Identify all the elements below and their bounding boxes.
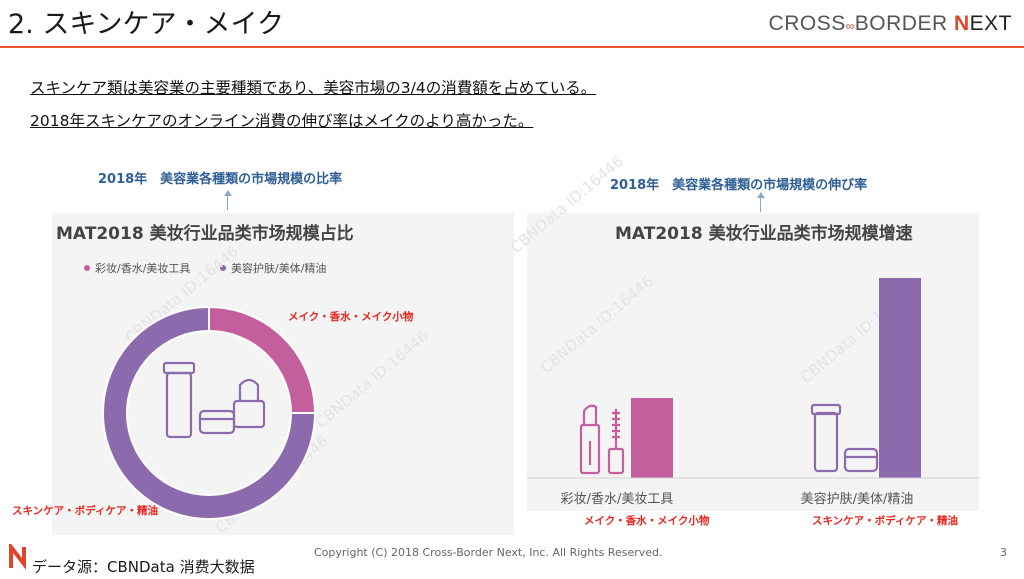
summary-line-1: スキンケア類は美容業の主要種類であり、美容市場の3/4の消費額を占めている。 [30, 79, 597, 97]
pie-panel: MAT2018 美妆行业品类市场规模占比 彩妆/香水/美妆工具 美容护肤/美体/… [52, 213, 514, 537]
page-number: 3 [1000, 546, 1007, 559]
brand-ext: EXT [969, 12, 1012, 35]
bar-chart [527, 278, 979, 479]
copyright: Copyright (C) 2018 Cross-Border Next, In… [314, 546, 663, 559]
bar-annotation-makeup: メイク・香水・メイク小物 [584, 515, 710, 527]
data-source: データ源：CBNData 消费大数据 [32, 558, 255, 576]
pie-chart [102, 305, 317, 520]
footer-n-logo [9, 544, 26, 570]
skincare-icon [810, 403, 879, 473]
header-rule [0, 46, 1024, 48]
summary-line-2: 2018年スキンケアのオンライン消費の伸び率はメイクのより高かった。 [30, 112, 534, 130]
brand-logo: CROSS∞BORDER NEXT [768, 12, 1012, 35]
brand-part2: BORDER [854, 12, 948, 35]
right-caption: 2018年 美容業各種類の市場規模の伸び率 [610, 178, 868, 193]
left-arrow-head [224, 190, 232, 196]
pie-annotation-makeup: メイク・香水・メイク小物 [288, 311, 414, 323]
bar-annotation-skincare: スキンケア・ボディケア・精油 [812, 515, 958, 527]
brand-part1: CROSS [768, 12, 846, 35]
bar-skincare [879, 278, 921, 478]
brand-n: N [953, 12, 970, 35]
bar-makeup [631, 398, 673, 478]
bar-category-label-skincare: 美容护肤/美体/精油 [800, 492, 914, 507]
makeup-icon [579, 404, 625, 475]
cosmetics-icon [162, 361, 266, 439]
bar-category-label-makeup: 彩妆/香水/美妆工具 [560, 492, 674, 507]
bar-panel: MAT2018 美妆行业品类市场规模增速 CBNData ID:16446 CB… [507, 152, 979, 511]
right-arrow-line [760, 198, 761, 212]
left-arrow-line [227, 196, 228, 210]
pie-annotation-skincare: スキンケア・ボディケア・精油 [12, 505, 158, 517]
page-title: 2. スキンケア・メイク [8, 9, 284, 40]
left-caption: 2018年 美容業各種類の市場規模の比率 [98, 172, 343, 187]
right-arrow-head [757, 192, 765, 198]
